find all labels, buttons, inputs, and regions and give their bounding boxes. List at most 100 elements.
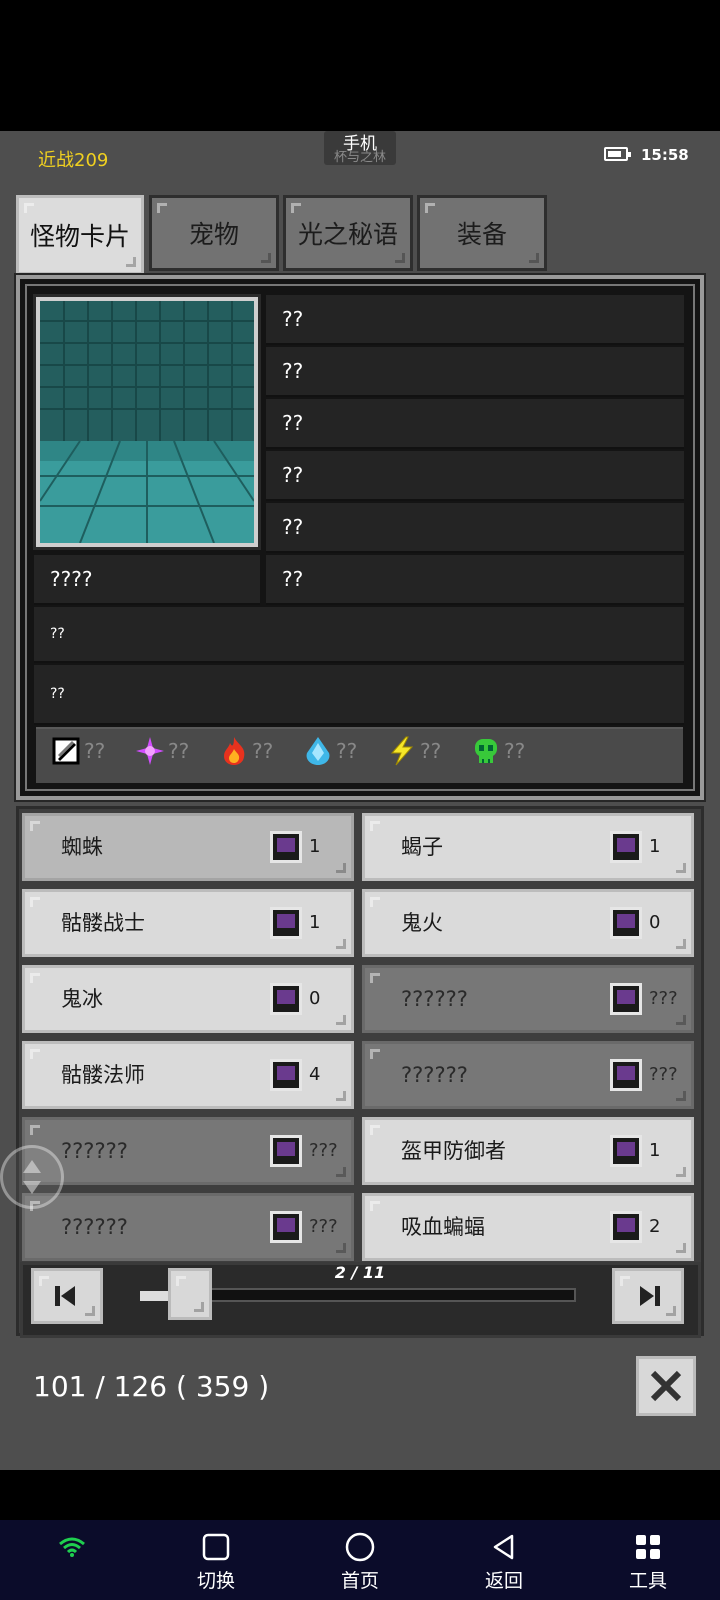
element-lightning: ?? <box>386 735 441 767</box>
tab-monster-cards[interactable]: 怪物卡片 <box>16 195 144 275</box>
arrow-right-icon <box>640 1286 660 1306</box>
page-slider-knob[interactable] <box>168 1268 212 1320</box>
info-row-3: ?? <box>266 399 684 449</box>
top-black-bar <box>0 0 720 131</box>
monster-card-10[interactable]: ?????? ??? <box>22 1193 354 1261</box>
monster-card-count: ??? <box>309 1216 338 1237</box>
tab-pets[interactable]: 宠物 <box>149 195 279 271</box>
card-icon <box>270 983 302 1015</box>
element-value: ?? <box>168 739 190 763</box>
monster-card-name: 蝎子 <box>401 835 443 859</box>
lightning-icon <box>390 736 414 766</box>
monster-card-count: 2 <box>649 1216 661 1237</box>
info-row-6: ?? <box>266 555 684 605</box>
monster-card-5[interactable]: ?????? ??? <box>362 965 694 1033</box>
monster-card-11[interactable]: 吸血蝙蝠 2 <box>362 1193 694 1261</box>
monster-card-count: ??? <box>649 988 678 1009</box>
element-physical: ?? <box>50 735 105 767</box>
collection-totals: 101 / 126 ( 359 ) <box>33 1370 270 1403</box>
monster-card-3[interactable]: 鬼火 0 <box>362 889 694 957</box>
element-value: ?? <box>336 739 358 763</box>
close-button[interactable] <box>636 1356 696 1416</box>
monster-card-7[interactable]: ?????? ??? <box>362 1041 694 1109</box>
nav-home[interactable]: 首页 <box>320 1530 400 1593</box>
element-poison: ?? <box>470 735 525 767</box>
nav-tools-label: 工具 <box>628 1570 667 1592</box>
monster-card-count: 1 <box>309 912 321 933</box>
monster-card-name: 骷髅法师 <box>61 1063 145 1087</box>
next-page-button[interactable] <box>612 1268 684 1324</box>
monster-card-8[interactable]: ?????? ??? <box>22 1117 354 1185</box>
monster-card-count: 0 <box>309 988 321 1009</box>
card-icon <box>270 1059 302 1091</box>
monster-card-name: ?????? <box>61 1139 128 1163</box>
card-icon <box>270 831 302 863</box>
location-label: 杯与之林 <box>333 150 386 165</box>
skull-poison-icon <box>475 739 497 763</box>
wifi-status <box>32 1530 112 1566</box>
element-arcane: ?? <box>134 735 189 767</box>
monster-card-6[interactable]: 骷髅法师 4 <box>22 1041 354 1109</box>
element-value: ?? <box>252 739 274 763</box>
floating-assist-button[interactable] <box>0 1145 64 1209</box>
zone-label: 近战209 <box>38 150 109 171</box>
prev-page-button[interactable] <box>31 1268 103 1324</box>
monster-card-name: ?????? <box>401 987 468 1011</box>
nav-tools[interactable]: 工具 <box>608 1530 688 1593</box>
card-icon <box>610 1135 642 1167</box>
device-label: 手机 杯与之林 <box>324 131 396 165</box>
info-row-1: ?? <box>266 295 684 345</box>
up-down-arrows-icon <box>23 1160 41 1194</box>
monster-card-2[interactable]: 骷髅战士 1 <box>22 889 354 957</box>
tab-light-secrets[interactable]: 光之秘语 <box>283 195 413 271</box>
card-icon <box>610 831 642 863</box>
monster-card-name: 骷髅战士 <box>61 911 145 935</box>
nav-home-label: 首页 <box>340 1570 379 1592</box>
nav-switch[interactable]: 切换 <box>176 1530 256 1593</box>
monster-card-name: 盔甲防御者 <box>401 1139 506 1163</box>
monster-card-9[interactable]: 盔甲防御者 1 <box>362 1117 694 1185</box>
card-icon <box>610 907 642 939</box>
monster-card-4[interactable]: 鬼冰 0 <box>22 965 354 1033</box>
nav-back[interactable]: 返回 <box>464 1530 544 1593</box>
tab-label: 装备 <box>456 220 507 249</box>
monster-card-0[interactable]: 蜘蛛 1 <box>22 813 354 881</box>
card-icon <box>270 1135 302 1167</box>
arrow-left-icon <box>55 1286 75 1306</box>
monster-card-name: ?????? <box>401 1063 468 1087</box>
description-2: ?? <box>34 665 684 725</box>
card-icon <box>610 983 642 1015</box>
monster-card-count: 4 <box>309 1064 321 1085</box>
monster-card-1[interactable]: 蝎子 1 <box>362 813 694 881</box>
card-icon <box>270 1211 302 1243</box>
monster-card-count: 1 <box>309 836 321 857</box>
monster-card-name: 蜘蛛 <box>61 835 103 859</box>
info-row-5: ?? <box>266 503 684 553</box>
monster-card-count: 1 <box>649 1140 661 1161</box>
tab-label: 光之秘语 <box>297 220 398 249</box>
card-icon <box>270 907 302 939</box>
monster-card-name: 鬼冰 <box>61 987 103 1011</box>
monster-name: ???? <box>34 555 260 605</box>
page-slider-track[interactable] <box>198 1288 576 1302</box>
element-value: ?? <box>504 739 526 763</box>
dungeon-portrait-image <box>40 301 254 543</box>
back-triangle-icon <box>493 1534 514 1560</box>
circle-home-icon <box>345 1532 375 1562</box>
monster-card-name: 鬼火 <box>401 911 443 935</box>
close-icon <box>650 1370 682 1402</box>
monster-card-count: ??? <box>309 1140 338 1161</box>
card-icon <box>610 1059 642 1091</box>
nav-switch-label: 切换 <box>196 1570 235 1592</box>
nav-back-label: 返回 <box>484 1570 523 1592</box>
battery-icon <box>604 147 631 161</box>
info-row-2: ?? <box>266 347 684 397</box>
water-drop-icon <box>306 737 330 765</box>
element-value: ?? <box>420 739 442 763</box>
card-icon <box>610 1211 642 1243</box>
tab-label: 怪物卡片 <box>29 222 130 251</box>
fire-icon <box>224 737 245 765</box>
monster-portrait <box>33 294 261 550</box>
monster-card-name: 吸血蝙蝠 <box>401 1215 485 1239</box>
tab-equipment[interactable]: 装备 <box>417 195 547 271</box>
